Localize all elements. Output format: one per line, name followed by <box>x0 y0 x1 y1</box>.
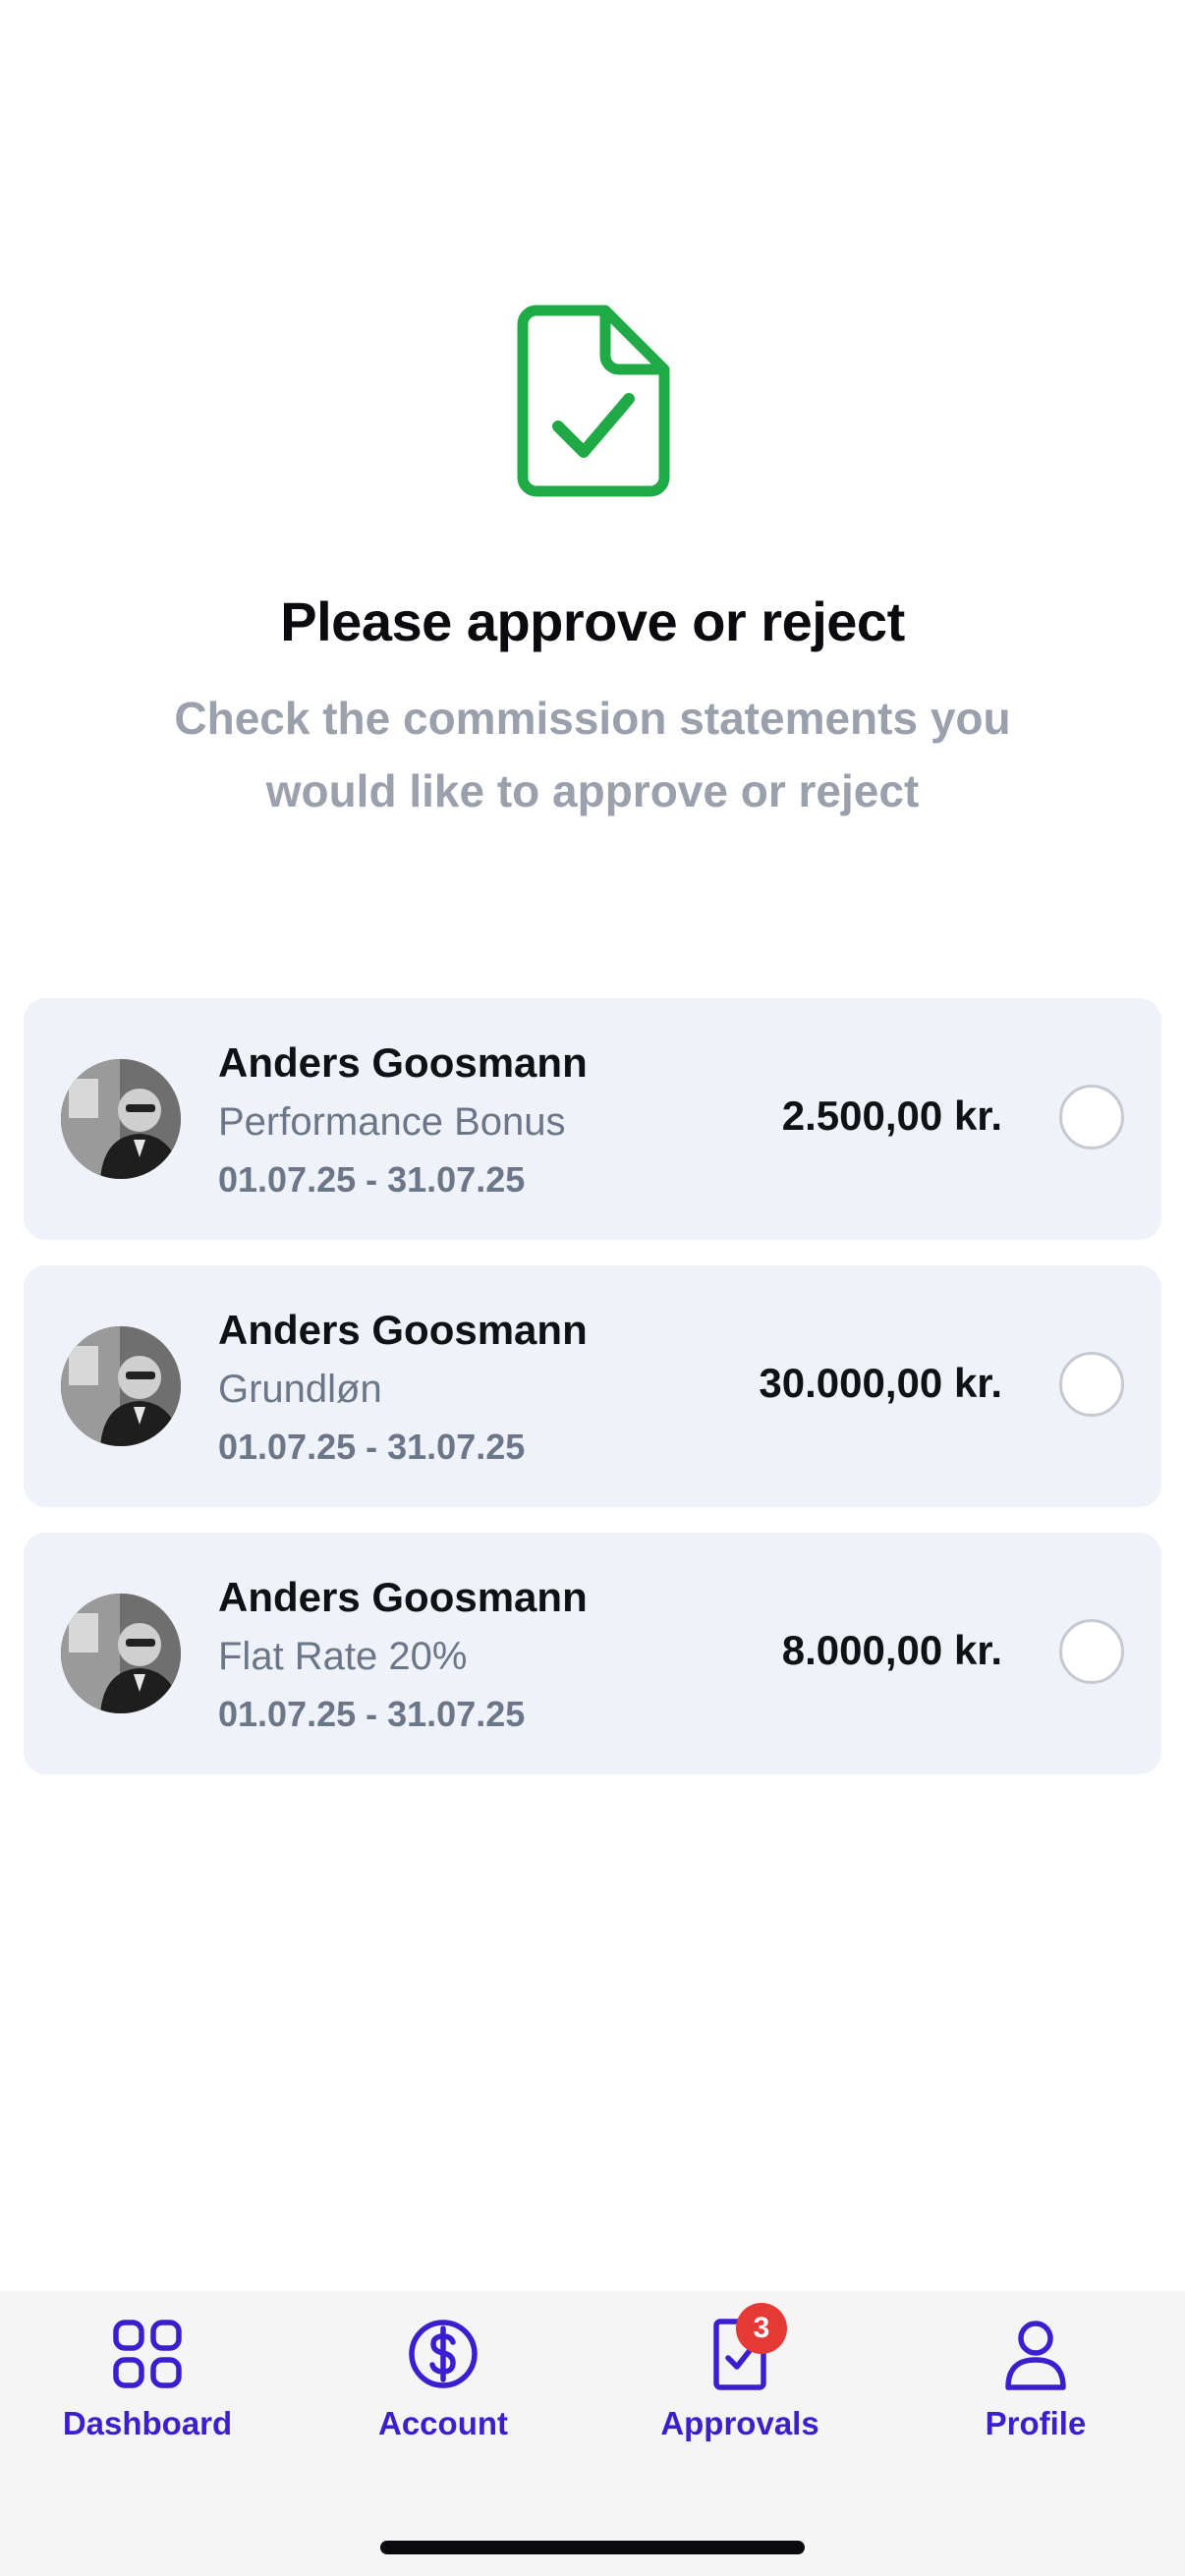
tab-dashboard[interactable]: Dashboard <box>20 2317 275 2442</box>
tab-label: Profile <box>985 2405 1087 2441</box>
statement-card[interactable]: Anders Goosmann Flat Rate 20% 01.07.25 -… <box>24 1533 1161 1774</box>
statement-type: Flat Rate 20% <box>218 1635 468 1678</box>
page-subtitle: Check the commission statements you woul… <box>174 693 1011 816</box>
home-indicator[interactable] <box>380 2541 805 2554</box>
statement-name: Anders Goosmann <box>218 1574 588 1620</box>
tab-approvals[interactable]: 3 Approvals <box>612 2303 868 2442</box>
statement-name: Anders Goosmann <box>218 1039 588 1086</box>
select-radio[interactable] <box>1059 1352 1124 1417</box>
statement-card[interactable]: Anders Goosmann Performance Bonus 01.07.… <box>24 998 1161 1240</box>
statement-amount: 2.500,00 kr. <box>781 1092 1002 1139</box>
document-check-icon: 3 <box>703 2303 787 2391</box>
notification-badge: 3 <box>736 2303 787 2354</box>
statement-type: Performance Bonus <box>218 1100 566 1144</box>
avatar <box>61 1326 181 1446</box>
document-check-icon <box>517 305 670 497</box>
select-radio[interactable] <box>1059 1085 1124 1149</box>
statement-period: 01.07.25 - 31.07.25 <box>218 1694 526 1734</box>
statement-amount: 30.000,00 kr. <box>759 1360 1002 1406</box>
statement-card[interactable]: Anders Goosmann Grundløn 01.07.25 - 31.0… <box>24 1265 1161 1507</box>
statement-name: Anders Goosmann <box>218 1307 588 1353</box>
tab-bar: Dashboard Account 3 Approvals Profile <box>0 2291 1185 2576</box>
tab-profile[interactable]: Profile <box>908 2317 1163 2442</box>
avatar <box>61 1059 181 1179</box>
statement-period: 01.07.25 - 31.07.25 <box>218 1159 526 1200</box>
tab-account[interactable]: Account <box>315 2317 571 2442</box>
page-title: Please approve or reject <box>280 590 905 652</box>
tab-label: Account <box>378 2405 508 2441</box>
tab-label: Dashboard <box>62 2405 233 2441</box>
select-radio[interactable] <box>1059 1619 1124 1684</box>
statement-amount: 8.000,00 kr. <box>781 1627 1002 1673</box>
tab-label: Approvals <box>660 2405 819 2441</box>
statement-type: Grundløn <box>218 1368 382 1411</box>
dollar-circle-icon <box>406 2317 480 2391</box>
person-icon <box>998 2317 1073 2391</box>
statement-list: Anders Goosmann Performance Bonus 01.07.… <box>24 998 1161 1800</box>
statement-period: 01.07.25 - 31.07.25 <box>218 1427 526 1467</box>
grid-icon <box>110 2317 185 2391</box>
avatar <box>61 1594 181 1713</box>
